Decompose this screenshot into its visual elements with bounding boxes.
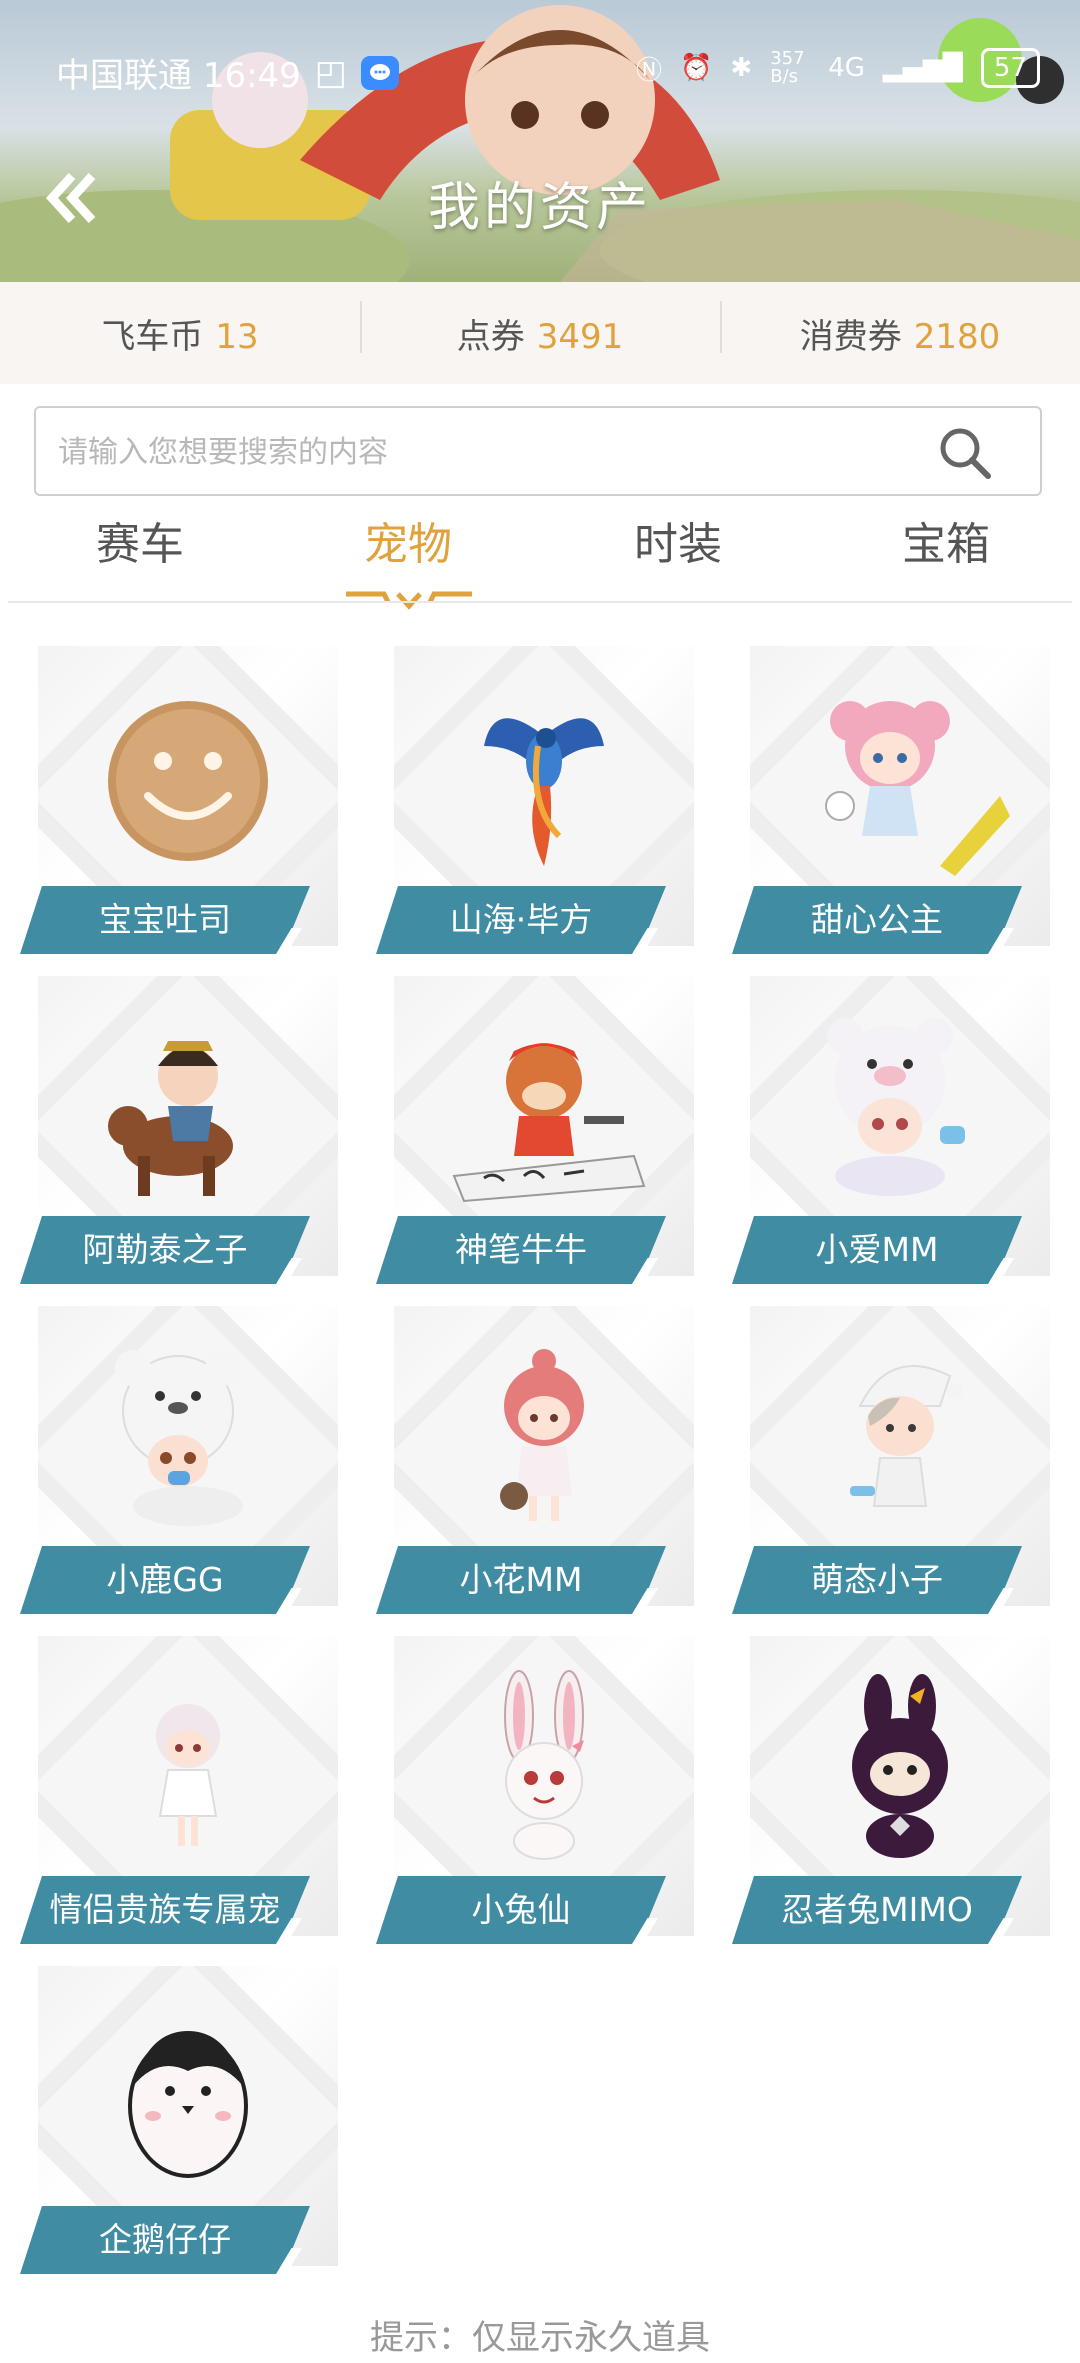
red-hair-girl-icon bbox=[500, 1349, 584, 1521]
signal-icon: ▂▄▆█ bbox=[882, 53, 963, 83]
pet-card[interactable]: 小兔仙 bbox=[376, 1636, 696, 1946]
search-input[interactable] bbox=[56, 408, 920, 496]
penguin-icon bbox=[128, 2031, 248, 2178]
cookie-face-icon bbox=[108, 701, 268, 861]
pet-card[interactable]: 小花MM bbox=[376, 1306, 696, 1616]
search-icon[interactable] bbox=[936, 424, 994, 482]
pet-name: 小鹿GG bbox=[20, 1546, 310, 1614]
currency-label: 点券 bbox=[456, 316, 525, 357]
pet-name: 山海·毕方 bbox=[376, 886, 666, 954]
pet-name: 神笔牛牛 bbox=[376, 1216, 666, 1284]
currency-value: 13 bbox=[215, 316, 259, 357]
tab-divider bbox=[8, 601, 1072, 603]
ninja-rabbit-icon bbox=[852, 1674, 948, 1858]
nfc-icon: Ⓝ bbox=[636, 55, 663, 86]
pink-hair-girl-icon bbox=[825, 701, 1010, 876]
tab-pet[interactable]: 宠物 bbox=[308, 508, 508, 572]
pet-name: 阿勒泰之子 bbox=[20, 1216, 310, 1284]
calligraphy-calf-icon bbox=[452, 1043, 646, 1203]
white-rabbit-icon bbox=[504, 1670, 584, 1860]
tab-fashion[interactable]: 时装 bbox=[578, 508, 778, 572]
alarm-icon: ⏰ bbox=[680, 53, 713, 83]
battery-indicator: 57 bbox=[980, 48, 1040, 88]
page-title: 我的资产 bbox=[427, 178, 652, 238]
pet-card[interactable]: 甜心公主 bbox=[732, 646, 1052, 956]
pet-name: 企鹅仔仔 bbox=[20, 2206, 310, 2274]
pet-card[interactable]: 阿勒泰之子 bbox=[20, 976, 340, 1286]
nightcap-boy-icon bbox=[850, 1365, 963, 1507]
pet-name: 小爱MM bbox=[732, 1216, 1022, 1284]
currency-value: 2180 bbox=[913, 316, 1001, 357]
network-type: 4G bbox=[828, 53, 865, 83]
pet-card[interactable]: 宝宝吐司 bbox=[20, 646, 340, 956]
header-banner: 中国联通 16:49 ◰ Ⓝ ⏰ ✱ 357 B/s 4G ▂▄▆█ 57 我的… bbox=[0, 0, 1080, 282]
currency-coupons: 消费券 2180 bbox=[720, 300, 1080, 358]
currency-value: 3491 bbox=[536, 316, 624, 357]
network-speed: 357 B/s bbox=[770, 48, 805, 87]
pet-card[interactable]: 忍者兔MIMO bbox=[732, 1636, 1052, 1946]
pet-name: 宝宝吐司 bbox=[20, 886, 310, 954]
status-bar: 中国联通 16:49 ◰ Ⓝ ⏰ ✱ 357 B/s 4G ▂▄▆█ 57 bbox=[0, 40, 1080, 100]
currency-label: 消费券 bbox=[799, 316, 902, 357]
pet-card[interactable]: 小爱MM bbox=[732, 976, 1052, 1286]
pet-name: 小花MM bbox=[376, 1546, 666, 1614]
pet-name: 情侣贵族专属宠 bbox=[20, 1876, 310, 1944]
active-tab-indicator bbox=[346, 591, 472, 610]
currency-label: 飞车币 bbox=[101, 316, 204, 357]
pet-name: 忍者兔MIMO bbox=[732, 1876, 1022, 1944]
pet-name: 萌态小子 bbox=[732, 1546, 1022, 1614]
pet-card[interactable]: 小鹿GG bbox=[20, 1306, 340, 1616]
pet-card[interactable]: 山海·毕方 bbox=[376, 646, 696, 956]
tab-racecar[interactable]: 赛车 bbox=[40, 508, 240, 572]
notification-icon: ◰ bbox=[314, 52, 347, 93]
currency-fly-coin: 飞车币 13 bbox=[0, 309, 360, 358]
search-box bbox=[34, 406, 1042, 496]
white-dress-girl-icon bbox=[156, 1704, 220, 1846]
pet-card[interactable]: 萌态小子 bbox=[732, 1306, 1052, 1616]
phoenix-bird-icon bbox=[484, 718, 604, 866]
carrier-time: 中国联通 16:49 bbox=[56, 56, 301, 96]
category-tabs: 赛车 宠物 时装 宝箱 bbox=[0, 508, 1080, 610]
pet-name: 小兔仙 bbox=[376, 1876, 666, 1944]
tab-treasure-box[interactable]: 宝箱 bbox=[846, 508, 1046, 572]
horse-rider-icon bbox=[108, 1041, 233, 1196]
pet-name: 甜心公主 bbox=[732, 886, 1022, 954]
pet-card[interactable]: 情侣贵族专属宠 bbox=[20, 1636, 340, 1946]
bear-hood-baby-icon bbox=[115, 1350, 243, 1526]
bluetooth-icon: ✱ bbox=[730, 53, 753, 83]
footer-tip: 提示：仅显示永久道具 bbox=[370, 2318, 710, 2358]
currency-bar: 飞车币 13 点券 3491 消费券 2180 bbox=[0, 282, 1080, 384]
currency-points: 点券 3491 bbox=[360, 300, 720, 358]
bear-hood-girl-icon bbox=[827, 1018, 965, 1196]
pet-card[interactable]: 神笔牛牛 bbox=[376, 976, 696, 1286]
pet-card[interactable]: 企鹅仔仔 bbox=[20, 1966, 340, 2276]
message-app-icon bbox=[360, 55, 399, 90]
